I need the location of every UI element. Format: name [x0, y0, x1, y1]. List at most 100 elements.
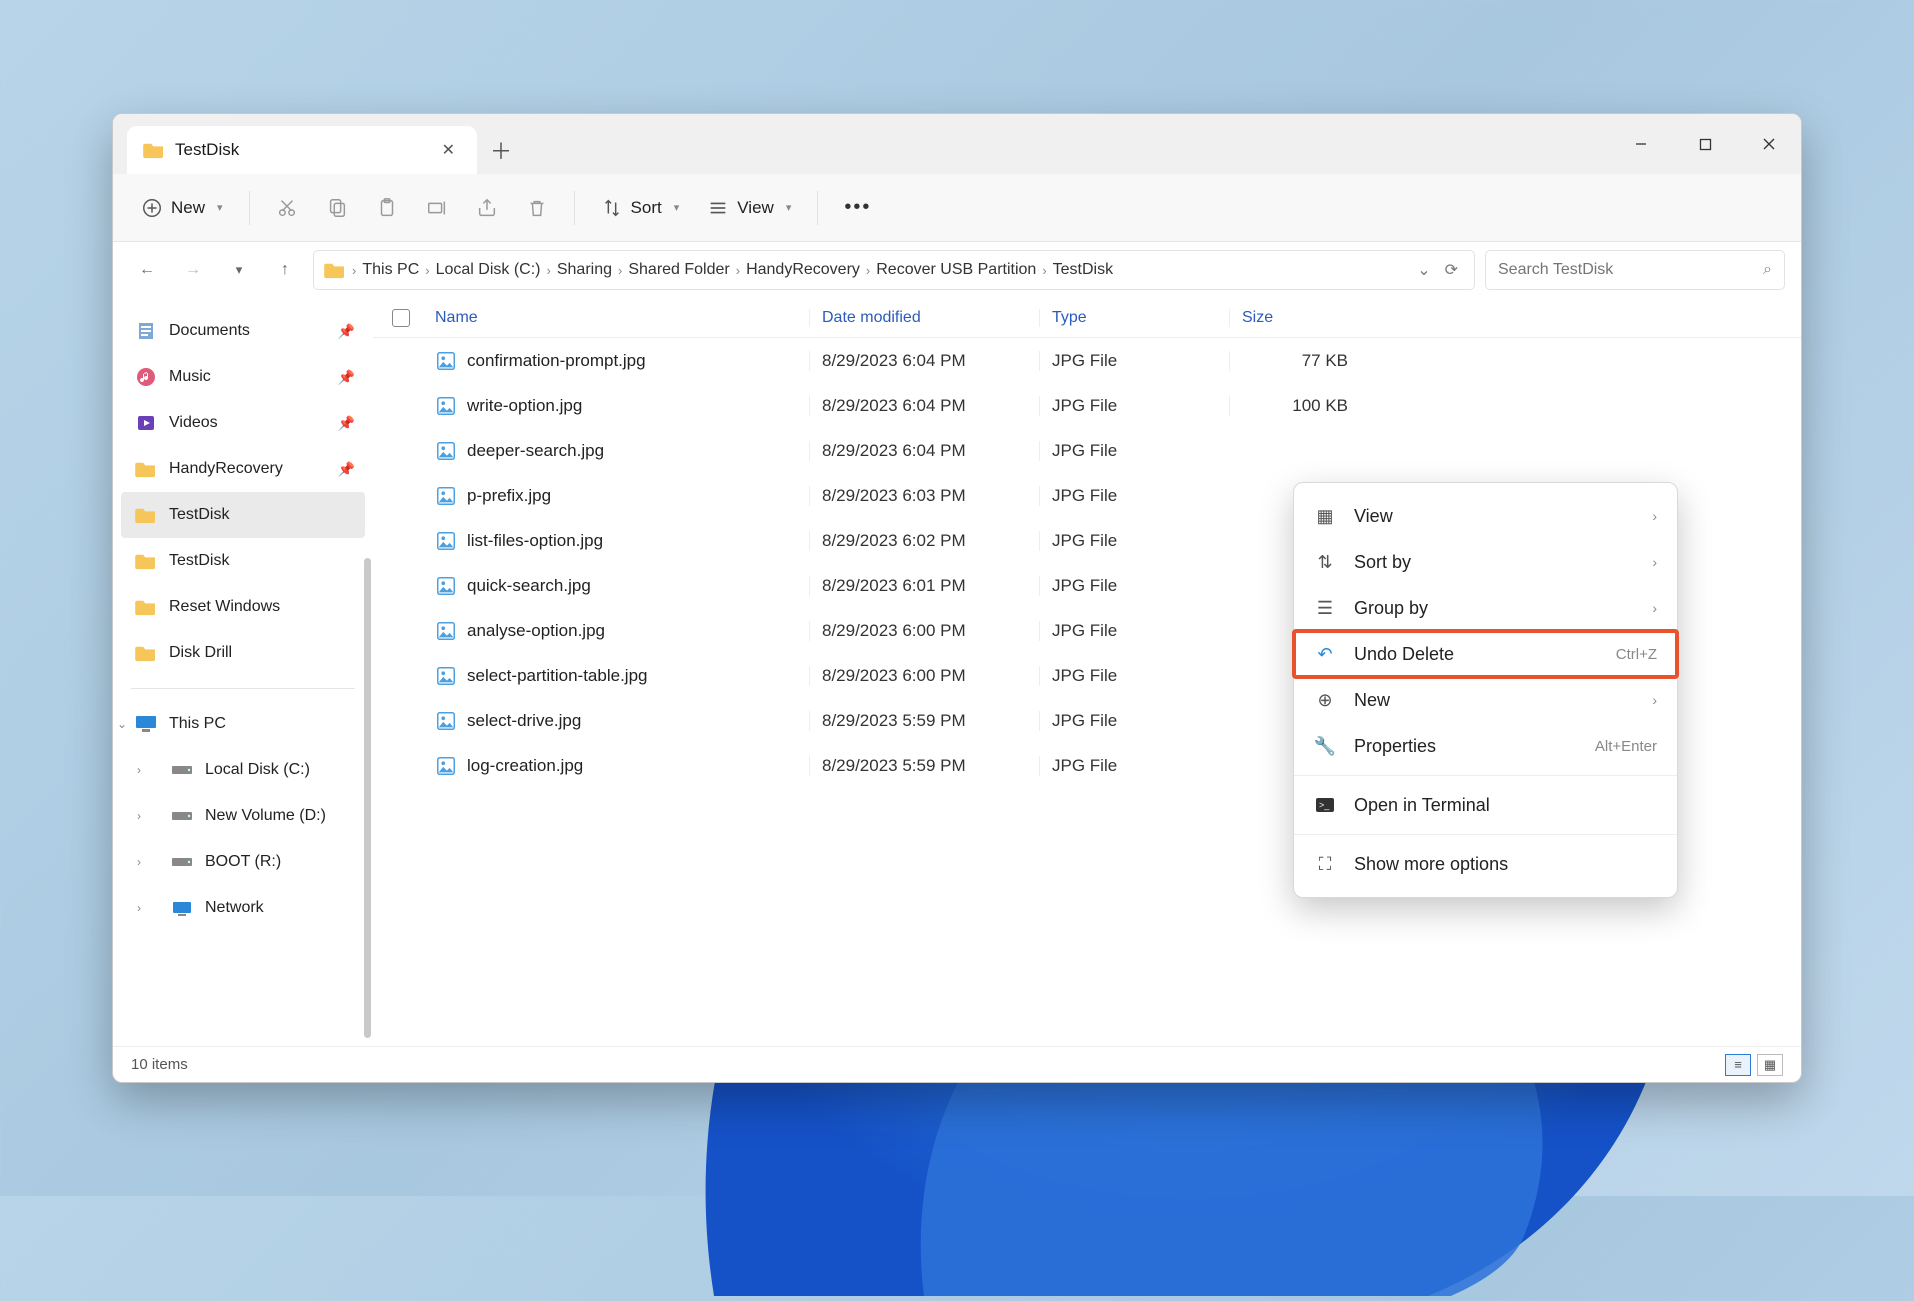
sidebar-item-music[interactable]: Music📌	[113, 354, 373, 400]
file-name: deeper-search.jpg	[467, 441, 604, 461]
refresh-icon[interactable]: ⟳	[1445, 260, 1458, 280]
details-view-toggle[interactable]: ≡	[1725, 1054, 1751, 1076]
chevron-down-icon[interactable]: ⌄	[117, 717, 127, 731]
delete-button[interactable]	[516, 191, 558, 225]
active-tab[interactable]: TestDisk ✕	[127, 126, 477, 174]
drive-icon	[171, 760, 193, 780]
image-file-icon	[435, 755, 457, 777]
recent-button[interactable]: ▾	[221, 252, 257, 288]
folder-icon	[135, 551, 157, 571]
file-type: JPG File	[1039, 666, 1229, 686]
sidebar-item-label: TestDisk	[169, 506, 229, 524]
breadcrumb-item[interactable]: HandyRecovery	[746, 261, 860, 279]
tab-close-icon[interactable]: ✕	[436, 136, 461, 164]
search-box[interactable]: ⌕	[1485, 250, 1785, 290]
chevron-right-icon[interactable]: ›	[137, 763, 141, 777]
view-button[interactable]: View▾	[697, 191, 801, 225]
minimize-button[interactable]	[1609, 114, 1673, 174]
file-type: JPG File	[1039, 486, 1229, 506]
file-type: JPG File	[1039, 396, 1229, 416]
file-name: write-option.jpg	[467, 396, 582, 416]
folder-icon	[135, 459, 157, 479]
folder-icon	[324, 261, 346, 279]
maximize-button[interactable]	[1673, 114, 1737, 174]
breadcrumb-item[interactable]: Recover USB Partition	[876, 261, 1036, 279]
sidebar-item-testdisk[interactable]: TestDisk	[113, 538, 373, 584]
chevron-right-icon: ›	[1652, 508, 1657, 524]
paste-button[interactable]	[366, 191, 408, 225]
ctx-view[interactable]: ▦View›	[1294, 493, 1677, 539]
forward-button[interactable]: →	[175, 252, 211, 288]
sidebar-item-videos[interactable]: Videos📌	[113, 400, 373, 446]
chevron-right-icon[interactable]: ›	[137, 855, 141, 869]
ctx-open-terminal[interactable]: >_Open in Terminal	[1294, 782, 1677, 828]
new-tab-button[interactable]: ＋	[477, 126, 525, 174]
file-type: JPG File	[1039, 351, 1229, 371]
select-all-checkbox[interactable]	[392, 309, 410, 327]
close-button[interactable]	[1737, 114, 1801, 174]
sidebar-item-label: Network	[205, 899, 264, 917]
breadcrumb-item[interactable]: This PC	[362, 261, 419, 279]
ctx-undo-delete[interactable]: ↶Undo DeleteCtrl+Z	[1294, 631, 1677, 677]
ctx-group-by[interactable]: ☰Group by›	[1294, 585, 1677, 631]
chevron-right-icon[interactable]: ›	[137, 901, 141, 915]
breadcrumb-item[interactable]: Shared Folder	[628, 261, 729, 279]
chevron-right-icon: ›	[1652, 600, 1657, 616]
sidebar-item-reset-windows[interactable]: Reset Windows	[113, 584, 373, 630]
sidebar-item-label: New Volume (D:)	[205, 807, 326, 825]
svg-text:>_: >_	[1319, 800, 1330, 810]
sidebar-item-this-pc[interactable]: ⌄ This PC	[113, 701, 373, 747]
back-button[interactable]: ←	[129, 252, 165, 288]
video-icon	[135, 413, 157, 433]
sidebar-item-local-disk-c-[interactable]: ›Local Disk (C:)	[113, 747, 373, 793]
more-button[interactable]: •••	[834, 190, 881, 225]
file-type: JPG File	[1039, 711, 1229, 731]
cut-button[interactable]	[266, 191, 308, 225]
file-name: confirmation-prompt.jpg	[467, 351, 646, 371]
breadcrumb[interactable]: › This PC› Local Disk (C:)› Sharing› Sha…	[313, 250, 1475, 290]
chevron-right-icon[interactable]: ›	[137, 809, 141, 823]
column-date[interactable]: Date modified	[809, 309, 1039, 327]
image-file-icon	[435, 620, 457, 642]
sort-button[interactable]: Sort▾	[591, 191, 690, 225]
sidebar-item-label: Documents	[169, 322, 250, 340]
doc-icon	[135, 321, 157, 341]
sidebar-item-handyrecovery[interactable]: HandyRecovery📌	[113, 446, 373, 492]
sidebar-item-boot-r-[interactable]: ›BOOT (R:)	[113, 839, 373, 885]
sidebar-item-testdisk[interactable]: TestDisk	[121, 492, 365, 538]
sidebar-item-disk-drill[interactable]: Disk Drill	[113, 630, 373, 676]
copy-button[interactable]	[316, 191, 358, 225]
column-name[interactable]: Name	[429, 309, 809, 327]
rename-button[interactable]	[416, 191, 458, 225]
column-type[interactable]: Type	[1039, 309, 1229, 327]
copy-icon	[326, 197, 348, 219]
address-row: ← → ▾ ↑ › This PC› Local Disk (C:)› Shar…	[113, 242, 1801, 298]
file-row[interactable]: confirmation-prompt.jpg8/29/2023 6:04 PM…	[373, 338, 1801, 383]
column-size[interactable]: Size	[1229, 309, 1364, 327]
terminal-icon: >_	[1314, 798, 1336, 812]
sidebar-item-new-volume-d-[interactable]: › New Volume (D:)	[113, 793, 373, 839]
file-name: quick-search.jpg	[467, 576, 591, 596]
up-button[interactable]: ↑	[267, 252, 303, 288]
file-type: JPG File	[1039, 441, 1229, 461]
file-name: p-prefix.jpg	[467, 486, 551, 506]
ctx-properties[interactable]: 🔧PropertiesAlt+Enter	[1294, 723, 1677, 769]
sidebar-item-documents[interactable]: Documents📌	[113, 308, 373, 354]
breadcrumb-item[interactable]: Sharing	[557, 261, 612, 279]
rename-icon	[426, 197, 448, 219]
sidebar-scrollbar[interactable]	[364, 558, 371, 1038]
explorer-window: TestDisk ✕ ＋ New▾ Sort▾ View▾	[112, 113, 1802, 1083]
search-input[interactable]	[1498, 261, 1753, 279]
breadcrumb-item[interactable]: TestDisk	[1053, 261, 1113, 279]
ctx-show-more[interactable]: ⛶Show more options	[1294, 841, 1677, 887]
ctx-new[interactable]: ⊕New›	[1294, 677, 1677, 723]
ctx-sort-by[interactable]: ⇅Sort by›	[1294, 539, 1677, 585]
new-button[interactable]: New▾	[131, 191, 233, 225]
file-row[interactable]: deeper-search.jpg8/29/2023 6:04 PMJPG Fi…	[373, 428, 1801, 473]
sidebar-item-network[interactable]: › Network	[113, 885, 373, 931]
history-dropdown-icon[interactable]: ⌄	[1417, 260, 1430, 280]
breadcrumb-item[interactable]: Local Disk (C:)	[436, 261, 541, 279]
thumbnails-view-toggle[interactable]: ▦	[1757, 1054, 1783, 1076]
file-row[interactable]: write-option.jpg8/29/2023 6:04 PMJPG Fil…	[373, 383, 1801, 428]
share-button[interactable]	[466, 191, 508, 225]
